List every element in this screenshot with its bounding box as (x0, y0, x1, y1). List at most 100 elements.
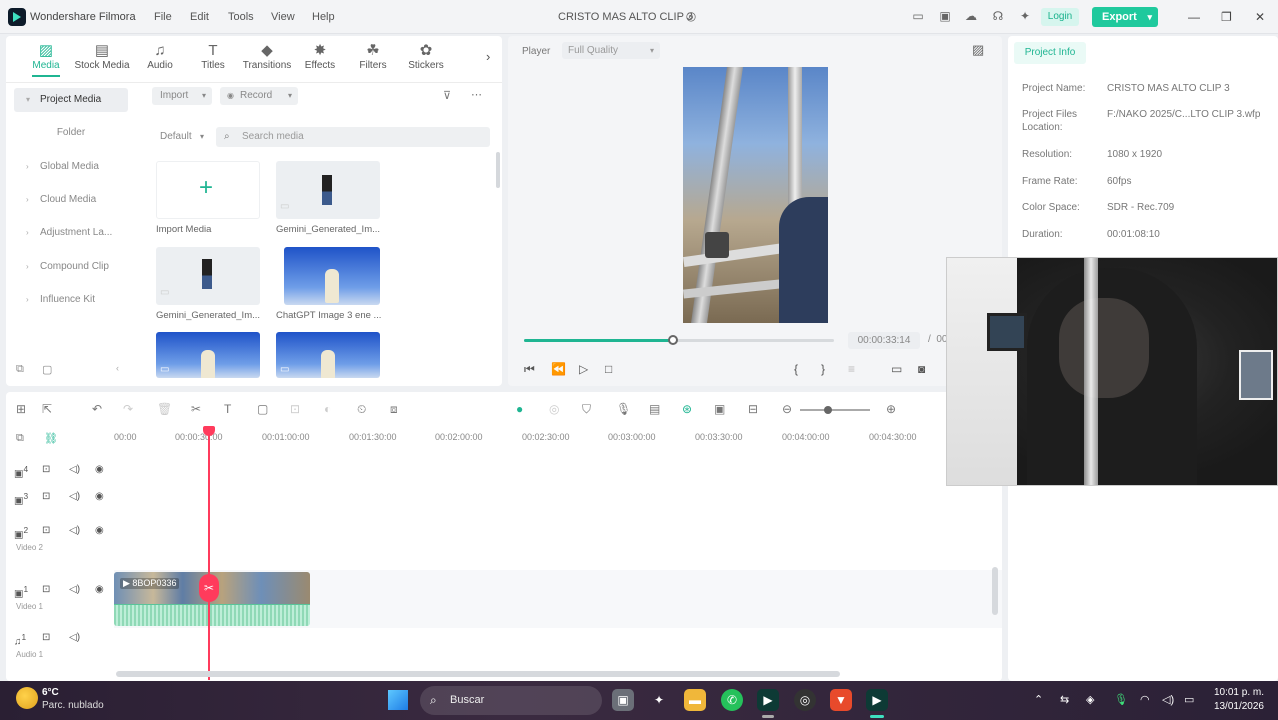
file-explorer-icon[interactable]: ▬ (684, 689, 706, 711)
timeline-horizontal-scrollbar[interactable] (116, 671, 840, 677)
chevron-right-icon[interactable]: › (486, 49, 490, 64)
quality-dropdown[interactable]: Full Quality ▾ (562, 42, 660, 59)
weather-icon[interactable] (16, 687, 38, 709)
close-icon[interactable]: ✕ (1255, 10, 1265, 24)
delete-icon[interactable]: 🗑 (157, 402, 172, 416)
media-scrollbar[interactable] (496, 152, 500, 188)
marker-icon[interactable]: ⛉ (582, 402, 591, 417)
filmora-taskbar-icon-2[interactable]: ▶ (866, 689, 888, 711)
video-preview[interactable] (683, 67, 828, 323)
tray-app-icon[interactable]: ⇆ (1060, 693, 1069, 706)
mark-in-icon[interactable]: { (794, 362, 798, 376)
tab-project-info[interactable]: Project Info (1014, 42, 1086, 64)
wifi-icon[interactable]: ◠ (1140, 693, 1150, 706)
more-options-icon[interactable]: ⋯ (471, 88, 482, 101)
taskbar-search[interactable]: ⌕ Buscar (420, 686, 602, 715)
export-button[interactable]: Export ▾ (1092, 7, 1158, 27)
speaker-icon[interactable]: ◁) (69, 491, 80, 502)
stop-icon[interactable]: □ (605, 362, 612, 376)
media-thumbnail[interactable]: ▭ (156, 247, 260, 305)
voiceover-icon[interactable]: ▤ (649, 402, 660, 416)
timeline-vertical-scrollbar[interactable] (992, 567, 998, 615)
camera-icon[interactable]: ◙ (918, 362, 925, 376)
folder-track-icon[interactable]: ⊡ (42, 464, 50, 475)
snapshot-icon[interactable]: ▨ (972, 42, 984, 58)
eye-icon[interactable]: ◉ (95, 464, 104, 475)
restore-icon[interactable]: ❐ (1221, 10, 1232, 24)
search-input[interactable]: ⌕ Search media (216, 127, 490, 147)
new-folder-icon[interactable]: ⧉ (16, 363, 24, 376)
sidebar-item-project-media[interactable]: ▾ Project Media (14, 88, 128, 112)
tab-stickers[interactable]: ✿ Stickers (398, 42, 454, 71)
import-dropdown[interactable]: Import ▾ (152, 87, 212, 105)
speaker-icon[interactable]: ◁) (69, 584, 80, 595)
zoom-out-icon[interactable]: ⊖ (782, 402, 792, 416)
split-icon[interactable]: ✂ (191, 402, 201, 416)
menu-file[interactable]: File (154, 11, 172, 23)
insert-icon[interactable]: ≡ (848, 362, 855, 376)
redo-icon[interactable]: ↷ (123, 402, 133, 416)
microphone-icon[interactable]: 🎙 (616, 402, 631, 416)
weather-description[interactable]: Parc. nublado (42, 700, 104, 711)
menu-help[interactable]: Help (312, 11, 335, 23)
zoom-handle[interactable] (824, 406, 832, 414)
monitor-icon[interactable]: ▭ (911, 9, 925, 23)
login-button[interactable]: Login (1041, 8, 1079, 26)
sidebar-item-compound-clip[interactable]: › Compound Clip (14, 255, 128, 279)
ai-audio-icon[interactable]: ⊛ (682, 402, 692, 416)
add-track-icon[interactable]: ⧉ (16, 432, 24, 445)
volume-icon[interactable]: ◁) (1162, 693, 1174, 706)
pip-icon[interactable]: ⊟ (748, 402, 758, 416)
current-timecode[interactable]: 00:00:33:14 (848, 332, 920, 349)
speaker-icon[interactable]: ◁) (69, 525, 80, 536)
folder-track-icon[interactable]: ⊡ (42, 525, 50, 536)
tab-stock-media[interactable]: ▤ Stock Media (74, 42, 130, 71)
render-icon[interactable]: ● (516, 402, 523, 416)
menu-view[interactable]: View (271, 11, 295, 23)
brave-icon[interactable]: ▼ (830, 689, 852, 711)
clock-date[interactable]: 13/01/2026 (1208, 701, 1264, 712)
record-dropdown[interactable]: ◉ Record ▾ (220, 87, 298, 105)
folder-track-icon[interactable]: ⊡ (42, 491, 50, 502)
eye-icon[interactable]: ◉ (95, 584, 104, 595)
tab-effects[interactable]: ✸ Effects (292, 42, 348, 71)
filmora-taskbar-icon[interactable]: ▶ (757, 689, 779, 711)
tab-titles[interactable]: T Titles (185, 42, 241, 71)
tray-app-icon-2[interactable]: ◈ (1086, 693, 1094, 706)
select-tool-icon[interactable]: ⇱ (42, 402, 52, 416)
tab-filters[interactable]: ☘ Filters (345, 42, 401, 71)
text-tool-icon[interactable]: T (224, 402, 231, 416)
play-icon[interactable]: ▷ (579, 362, 588, 376)
playback-scrubber[interactable] (524, 335, 834, 345)
media-thumbnail[interactable]: ▭ (276, 332, 380, 378)
temperature[interactable]: 6°C (42, 687, 59, 698)
zoom-slider[interactable] (800, 406, 870, 414)
previous-frame-icon[interactable]: ⏮ (524, 362, 535, 377)
battery-icon[interactable]: ▭ (1184, 693, 1194, 706)
speed-icon[interactable]: ⏲ (357, 402, 366, 417)
folder-track-icon[interactable]: ⊡ (42, 584, 50, 595)
whatsapp-icon[interactable]: ✆ (721, 689, 743, 711)
folder-track-icon[interactable]: ⊡ (42, 632, 50, 643)
time-ruler[interactable]: 00:00 00:00:30:00 00:01:00:00 00:01:30:0… (114, 430, 1002, 456)
display-icon[interactable]: ▭ (891, 362, 902, 376)
windows-start-icon[interactable] (388, 690, 408, 710)
import-media-tile[interactable]: + (156, 161, 260, 219)
minimize-icon[interactable]: — (1188, 10, 1200, 24)
cloud-icon[interactable]: ☁ (964, 9, 978, 23)
link-icon[interactable]: ⛓ (44, 432, 58, 445)
save-icon[interactable]: ▣ (938, 9, 952, 23)
menu-edit[interactable]: Edit (190, 11, 209, 23)
copilot-icon[interactable]: ✦ (648, 689, 670, 711)
eye-icon[interactable]: ◉ (95, 525, 104, 536)
crop-icon[interactable]: ▢ (257, 402, 268, 416)
chevron-up-icon[interactable]: ⌃ (1034, 693, 1043, 706)
media-thumbnail[interactable] (284, 247, 380, 305)
layout-icon[interactable]: ⊞ (16, 402, 26, 416)
sidebar-item-adjustment-layer[interactable]: › Adjustment La... (14, 221, 128, 245)
sidebar-item-folder[interactable]: Folder (14, 121, 128, 145)
speaker-icon[interactable]: ◁) (69, 464, 80, 475)
sort-dropdown[interactable]: Default ▾ (152, 128, 210, 146)
sidebar-item-cloud-media[interactable]: › Cloud Media (14, 188, 128, 212)
gift-icon[interactable]: ✦ (1018, 9, 1032, 23)
